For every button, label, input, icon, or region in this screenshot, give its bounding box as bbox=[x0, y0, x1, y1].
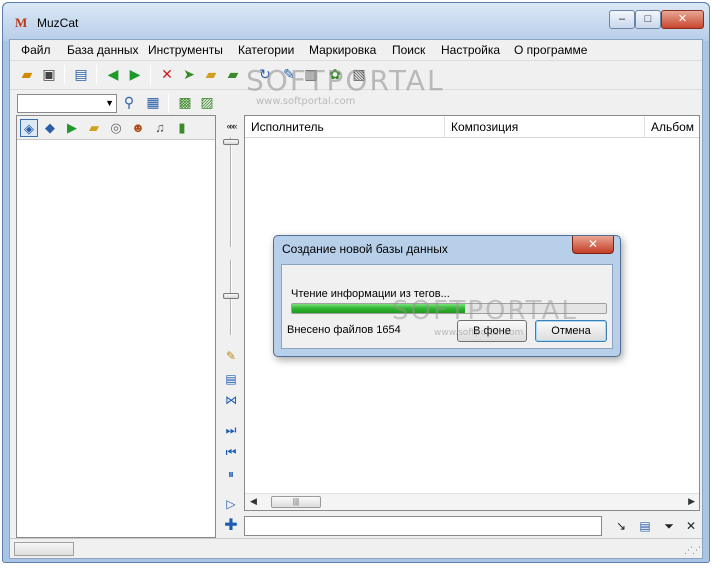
minimize-button[interactable]: – bbox=[609, 10, 635, 29]
menu-categories[interactable]: Категории bbox=[238, 43, 294, 57]
progress-fill bbox=[292, 304, 465, 313]
menu-settings[interactable]: Настройка bbox=[441, 43, 500, 57]
dialog-body: Чтение информации из тегов... Внесено фа… bbox=[281, 264, 613, 349]
open-folder-icon[interactable]: ▰ bbox=[18, 65, 36, 83]
forward-icon[interactable]: ▶ bbox=[126, 65, 144, 83]
add-icon[interactable]: ✚ bbox=[222, 517, 240, 535]
prev-track-icon[interactable]: ⏮ bbox=[222, 443, 240, 461]
list-view-icon[interactable]: ▤ bbox=[72, 65, 90, 83]
collapse-icon[interactable]: ««« bbox=[222, 117, 240, 135]
tab-folders-icon[interactable]: ▰ bbox=[85, 119, 103, 137]
panel-tabs: ◈ ◆ ▶ ▰ ◎ ☻ ♫ ▮ bbox=[17, 116, 215, 140]
funnel-icon[interactable]: ⏷ bbox=[660, 517, 678, 535]
properties-icon[interactable]: ▥ bbox=[302, 65, 320, 83]
list-header: Исполнитель Композиция Альбом bbox=[245, 116, 699, 138]
folder-icon[interactable]: ▰ bbox=[202, 65, 220, 83]
tab-cd-icon[interactable]: ◎ bbox=[107, 119, 125, 137]
refresh-icon[interactable]: ↻ bbox=[256, 65, 274, 83]
delete-icon[interactable]: ✕ bbox=[158, 65, 176, 83]
filter-input[interactable] bbox=[244, 516, 602, 536]
category-panel[interactable]: ◈ ◆ ▶ ▰ ◎ ☻ ♫ ▮ bbox=[16, 115, 216, 538]
status-progress bbox=[14, 542, 74, 556]
balance-thumb[interactable] bbox=[223, 293, 239, 299]
player-strip: ««« ✎ ▤ ⋈ ⏭ ⏮ ⏸ ▷ ✚ bbox=[220, 115, 242, 538]
menu-tools[interactable]: Инструменты bbox=[148, 43, 223, 57]
menu-file[interactable]: Файл bbox=[21, 43, 51, 57]
search-combo[interactable]: ▼ bbox=[17, 94, 117, 113]
playlist-icon[interactable]: ▤ bbox=[222, 370, 240, 388]
toolbar-separator bbox=[150, 65, 151, 85]
column-album[interactable]: Альбом bbox=[645, 116, 700, 138]
chevron-down-icon[interactable]: ▼ bbox=[105, 98, 114, 108]
tab-music-icon[interactable]: ♫ bbox=[151, 119, 169, 137]
scroll-left-icon[interactable]: ◀ bbox=[250, 496, 257, 507]
cursor-select-icon[interactable]: ↘ bbox=[612, 517, 630, 535]
report-icon[interactable]: ▧ bbox=[350, 65, 368, 83]
advanced-search-icon[interactable]: ▦ bbox=[144, 93, 162, 111]
tab-notes-icon[interactable]: ▮ bbox=[173, 119, 191, 137]
toolbar-separator bbox=[96, 65, 97, 85]
volume-thumb[interactable] bbox=[223, 139, 239, 145]
tab-favorites-icon[interactable]: ◆ bbox=[41, 119, 59, 137]
horizontal-scrollbar[interactable]: ◀ ||| ▶ bbox=[245, 493, 699, 510]
main-toolbar: ▰ ▣ ▤ ◀ ▶ ✕ ➤ ▰ ▰ ↻ ✎ ▥ ✿ ▧ bbox=[10, 60, 702, 88]
next-track-icon[interactable]: ⏭ bbox=[222, 421, 240, 439]
progress-bar bbox=[291, 303, 607, 314]
scrollbar-thumb[interactable]: ||| bbox=[271, 496, 321, 508]
tag-icon[interactable]: ✿ bbox=[326, 65, 344, 83]
folder-add-icon[interactable]: ▰ bbox=[224, 65, 242, 83]
menu-bar: Файл База данных Инструменты Категории М… bbox=[10, 40, 702, 60]
dialog-title: Создание новой базы данных bbox=[282, 242, 448, 256]
play-outline-icon[interactable]: ▷ bbox=[222, 495, 240, 513]
app-logo-icon: M bbox=[15, 15, 27, 30]
tab-artists-icon[interactable]: ☻ bbox=[129, 119, 147, 137]
search-toolbar: ▼ ⚲ ▦ ▩ ▨ bbox=[10, 89, 702, 115]
filter-row: ↘ ▤ ⏷ ✕ bbox=[244, 514, 700, 538]
close-button[interactable]: ✕ bbox=[661, 10, 704, 29]
menu-search[interactable]: Поиск bbox=[392, 43, 425, 57]
edit-pen-icon[interactable]: ✎ bbox=[280, 65, 298, 83]
column-artist[interactable]: Исполнитель bbox=[245, 116, 445, 138]
export-icon[interactable]: ➤ bbox=[180, 65, 198, 83]
volume-track[interactable] bbox=[230, 137, 232, 247]
menu-marking[interactable]: Маркировка bbox=[309, 43, 376, 57]
back-icon[interactable]: ◀ bbox=[104, 65, 122, 83]
tag-editor-icon[interactable]: ✎ bbox=[222, 347, 240, 365]
menu-about[interactable]: О программе bbox=[514, 43, 587, 57]
title-bar[interactable]: M MuzCat – □ ✕ bbox=[3, 3, 709, 41]
image-export-icon[interactable]: ▨ bbox=[198, 93, 216, 111]
menu-database[interactable]: База данных bbox=[67, 43, 138, 57]
scroll-right-icon[interactable]: ▶ bbox=[688, 496, 695, 507]
tab-database-icon[interactable]: ◈ bbox=[20, 119, 38, 137]
maximize-button[interactable]: □ bbox=[635, 10, 661, 29]
window-title: MuzCat bbox=[37, 16, 79, 30]
dialog-status-text: Чтение информации из тегов... bbox=[291, 288, 450, 300]
image-icon[interactable]: ▩ bbox=[176, 93, 194, 111]
dialog-close-button[interactable]: ✕ bbox=[572, 236, 614, 254]
pause-icon[interactable]: ⏸ bbox=[222, 465, 240, 483]
cancel-button[interactable]: Отмена bbox=[535, 320, 607, 342]
shuffle-icon[interactable]: ⋈ bbox=[222, 391, 240, 409]
search-icon[interactable]: ⚲ bbox=[120, 93, 138, 111]
column-track[interactable]: Композиция bbox=[445, 116, 645, 138]
play-icon[interactable]: ▶ bbox=[63, 119, 81, 137]
filter-list-icon[interactable]: ▤ bbox=[636, 517, 654, 535]
save-icon[interactable]: ▣ bbox=[40, 65, 58, 83]
create-database-dialog: Создание новой базы данных ✕ Чтение инфо… bbox=[273, 235, 621, 357]
background-button[interactable]: В фоне bbox=[457, 320, 527, 342]
resize-grip-icon[interactable]: ⋰⋰ bbox=[684, 545, 701, 556]
clear-filter-icon[interactable]: ✕ bbox=[682, 517, 700, 535]
files-count: Внесено файлов 1654 bbox=[287, 324, 401, 336]
status-bar: ⋰⋰ bbox=[10, 538, 702, 558]
toolbar-separator bbox=[64, 65, 65, 85]
toolbar-separator bbox=[168, 93, 169, 113]
